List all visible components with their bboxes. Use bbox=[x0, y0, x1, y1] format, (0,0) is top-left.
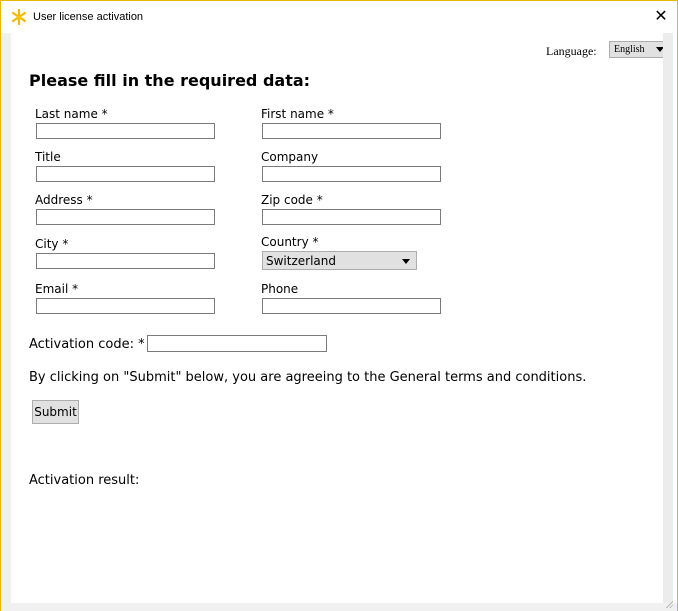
activation-code-field[interactable] bbox=[147, 335, 327, 352]
language-value: English bbox=[614, 44, 645, 55]
star-burst-icon bbox=[11, 8, 27, 26]
address-field[interactable] bbox=[36, 209, 215, 225]
chevron-down-icon bbox=[656, 47, 663, 52]
email-label: Email * bbox=[35, 282, 79, 296]
zip-code-field[interactable] bbox=[262, 209, 441, 225]
title-field[interactable] bbox=[36, 166, 215, 182]
last-name-label: Last name * bbox=[35, 107, 108, 121]
country-select[interactable]: Switzerland bbox=[262, 251, 417, 270]
activation-result-label: Activation result: bbox=[29, 473, 140, 488]
city-label: City * bbox=[35, 237, 69, 251]
zip-code-label: Zip code * bbox=[261, 193, 323, 207]
language-label: Language: bbox=[546, 44, 597, 58]
phone-field[interactable] bbox=[262, 298, 441, 314]
first-name-field[interactable] bbox=[262, 123, 441, 139]
resize-grip-icon[interactable] bbox=[665, 600, 673, 608]
last-name-field[interactable] bbox=[36, 123, 215, 139]
window-title: User license activation bbox=[33, 11, 144, 23]
email-field[interactable] bbox=[36, 298, 215, 314]
chevron-down-icon bbox=[402, 259, 410, 264]
bottom-border bbox=[1, 600, 677, 611]
city-field[interactable] bbox=[36, 253, 215, 269]
form-panel: Language: English Please fill in the req… bbox=[11, 33, 663, 603]
language-select[interactable]: English bbox=[609, 41, 663, 58]
terms-notice: By clicking on "Submit" below, you are a… bbox=[29, 370, 587, 385]
page-title: Please fill in the required data: bbox=[29, 71, 311, 90]
country-label: Country * bbox=[261, 235, 319, 249]
company-field[interactable] bbox=[262, 166, 441, 182]
title-bar[interactable]: User license activation ✕ bbox=[1, 1, 677, 33]
activation-window: User license activation ✕ Language: Engl… bbox=[0, 0, 678, 611]
submit-button[interactable]: Submit bbox=[32, 400, 79, 424]
title-label: Title bbox=[35, 150, 61, 164]
vertical-scrollbar[interactable] bbox=[663, 33, 673, 603]
close-icon[interactable]: ✕ bbox=[653, 7, 669, 25]
country-value: Switzerland bbox=[266, 254, 336, 268]
first-name-label: First name * bbox=[261, 107, 334, 121]
address-label: Address * bbox=[35, 193, 93, 207]
company-label: Company bbox=[261, 150, 319, 164]
activation-code-label: Activation code: * bbox=[29, 337, 145, 352]
phone-label: Phone bbox=[261, 282, 299, 296]
left-border bbox=[1, 33, 11, 603]
